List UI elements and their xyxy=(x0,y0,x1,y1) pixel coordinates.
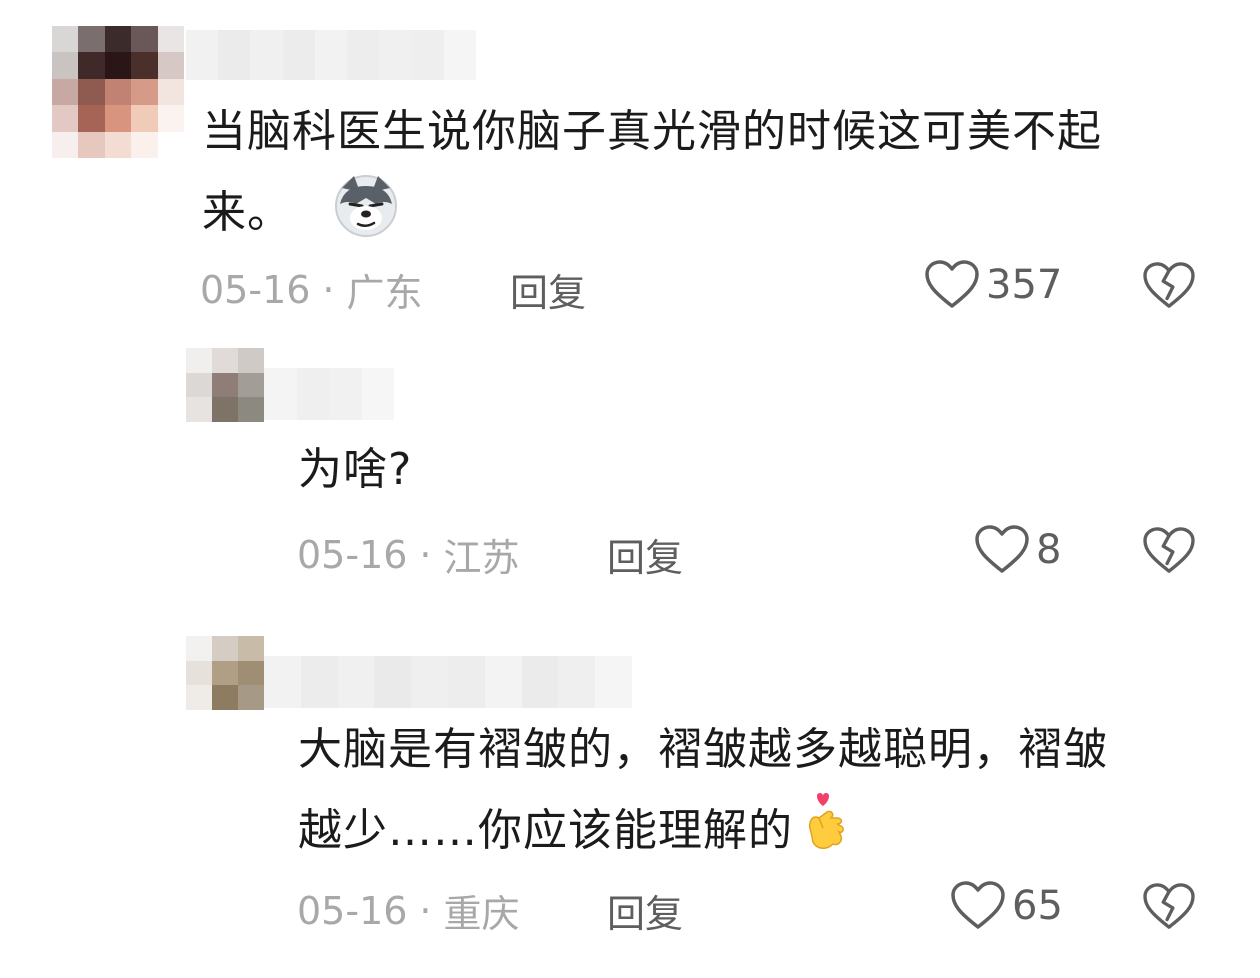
like-count: 357 xyxy=(986,262,1063,308)
like-count: 65 xyxy=(1012,883,1063,929)
comment-text-line-1: 大脑是有褶皱的，褶皱越多越聪明，褶皱 xyxy=(298,724,1108,775)
heart-icon xyxy=(925,260,979,308)
meta-separator: · xyxy=(419,532,432,577)
broken-heart-icon xyxy=(1143,262,1195,308)
dislike-button[interactable] xyxy=(1142,527,1196,579)
meta-separator: · xyxy=(419,888,432,933)
comment-text-line-1: 当脑科医生说你脑子真光滑的时候这可美不起 xyxy=(202,106,1102,157)
avatar[interactable] xyxy=(52,26,184,158)
comment-text-line-2: 来。 xyxy=(202,187,292,238)
dislike-button[interactable] xyxy=(1142,883,1196,935)
reply-button[interactable]: 回复 xyxy=(607,883,683,938)
husky-dog-emoji xyxy=(334,174,398,252)
comment-date: 05-16 xyxy=(200,267,311,312)
dislike-button[interactable] xyxy=(1142,262,1196,314)
like-button[interactable]: 65 xyxy=(950,881,1063,931)
comment-meta: 05-16 · 广东 xyxy=(200,262,423,317)
like-button[interactable]: 8 xyxy=(974,525,1061,575)
like-button[interactable]: 357 xyxy=(924,260,1062,310)
comment-text: 为啥? xyxy=(298,444,413,495)
comment-text: 大脑是有褶皱的，褶皱越多越聪明，褶皱 越少……你应该能理解的 xyxy=(298,722,1218,870)
meta-separator: · xyxy=(322,267,335,312)
reply-button[interactable]: 回复 xyxy=(510,262,586,317)
comment-meta: 05-16 · 重庆 xyxy=(297,883,520,938)
comment-date: 05-16 xyxy=(297,888,408,933)
finger-heart-emoji xyxy=(797,792,855,870)
heart-icon xyxy=(951,881,1005,929)
like-count: 8 xyxy=(1036,527,1062,573)
comment-location: 江苏 xyxy=(443,536,520,580)
comment-text: 当脑科医生说你脑子真光滑的时候这可美不起 来。 xyxy=(202,104,1212,252)
comment-location: 广东 xyxy=(346,271,423,315)
comment-meta: 05-16 · 江苏 xyxy=(297,527,520,582)
comment-location: 重庆 xyxy=(443,892,520,936)
avatar[interactable] xyxy=(186,636,264,710)
username[interactable] xyxy=(186,30,476,80)
broken-heart-icon xyxy=(1143,883,1195,929)
comment-text-line-2: 越少……你应该能理解的 xyxy=(298,805,793,856)
comment-date: 05-16 xyxy=(297,532,408,577)
username[interactable] xyxy=(264,656,632,708)
reply-button[interactable]: 回复 xyxy=(607,527,683,582)
username[interactable] xyxy=(264,368,394,420)
avatar[interactable] xyxy=(186,348,264,422)
heart-icon xyxy=(975,525,1029,573)
broken-heart-icon xyxy=(1143,527,1195,573)
